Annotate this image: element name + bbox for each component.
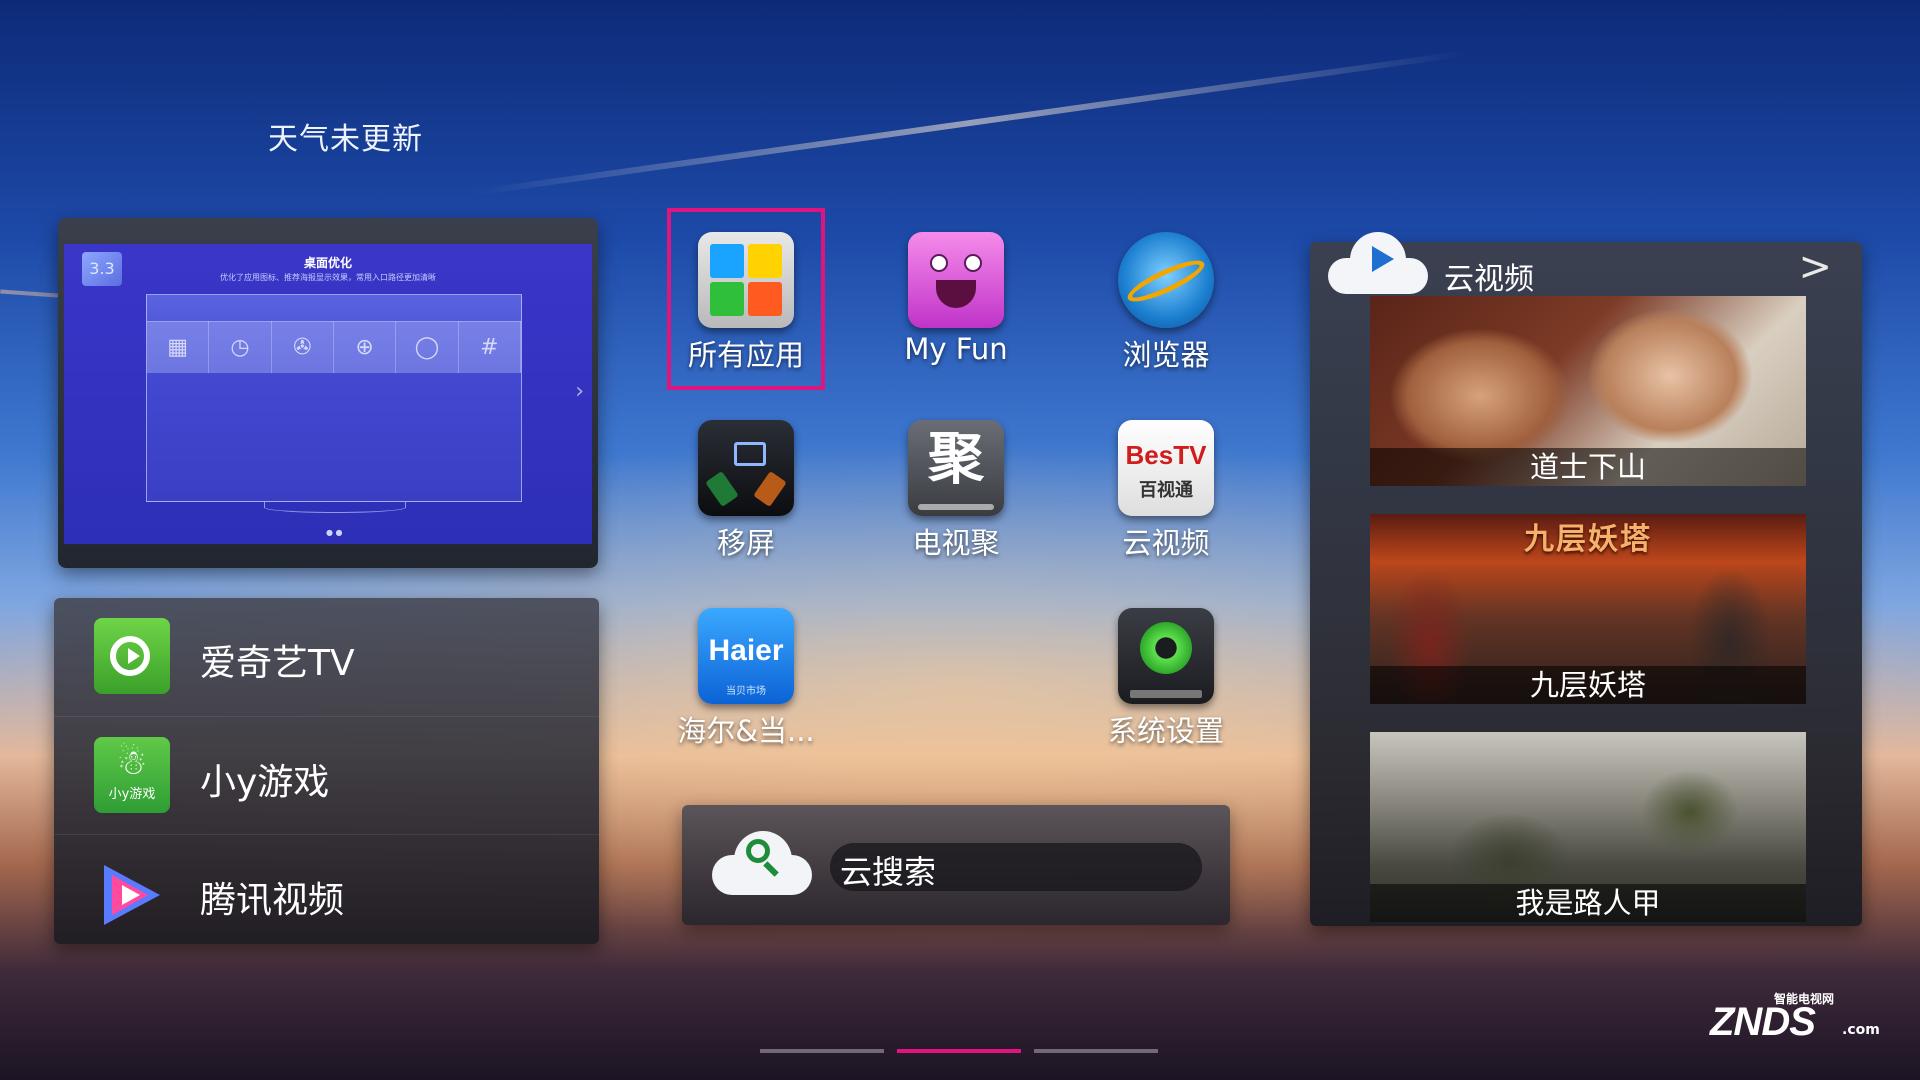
screen-cast-icon [698,420,794,516]
xiaoy-game-icon: ☃ 小y游戏 [94,737,170,813]
list-item-tencent-video[interactable]: 腾讯视频 [54,834,599,953]
tile-browser[interactable]: 浏览器 [1086,212,1246,377]
tile-label: 电视聚 [912,526,1000,560]
tile-label: 系统设置 [1107,714,1224,748]
page-indicator-1[interactable] [760,1049,884,1053]
tile-system-settings[interactable]: 系统设置 [1086,588,1246,753]
tile-label: 所有应用 [687,338,804,372]
preview-title: 桌面优化 [303,256,352,270]
preview-page-dots: ● ● [326,528,343,537]
list-item-iqiyi[interactable]: 爱奇艺TV [54,598,599,716]
gamepad-icon: ⊕ [334,321,397,373]
poster-caption: 道士下山 [1370,448,1806,486]
search-label: 云搜索 [840,853,937,891]
tile-label: 海尔&当... [677,714,815,748]
tile-cloud-video-bestv[interactable]: BesTV 百视通 云视频 [1086,400,1246,565]
poster-artwork-title: 九层妖塔 [1524,522,1652,557]
cloud-play-icon [1328,232,1428,302]
znds-watermark-logo: 智能电视网 ZNDS .com [1710,992,1880,1044]
weather-status: 天气未更新 [268,122,423,157]
recent-apps-panel: 爱奇艺TV ☃ 小y游戏 小y游戏 腾讯视频 [54,598,599,944]
preview-icon-row: ▦ ◷ ✇ ⊕ ◯ # [147,321,521,373]
preview-tv-mockup: ▦ ◷ ✇ ⊕ ◯ # [146,294,522,502]
tile-my-fun[interactable]: My Fun [876,212,1036,377]
preview-tv-stand [264,502,406,513]
tile-tv-ju[interactable]: 聚 电视聚 [876,400,1036,565]
poster-daoshi-xiashan[interactable]: 道士下山 [1370,296,1806,486]
haier-icon: Haier 当贝市场 [698,608,794,704]
poster-jiuceng-yaota[interactable]: 九层妖塔 九层妖塔 [1370,514,1806,704]
sky-streak [474,50,1466,196]
list-item-xiaoy-game[interactable]: ☃ 小y游戏 小y游戏 [54,716,599,835]
page-indicator-3[interactable] [1034,1049,1158,1053]
tile-label: 移屏 [716,526,775,560]
cloud-video-title: 云视频 [1444,262,1534,297]
clock-icon: ◷ [209,321,272,373]
app-label: 爱奇艺TV [200,643,355,684]
preview-tv-topbar [147,295,521,322]
tile-all-apps[interactable]: 所有应用 [666,212,826,377]
settings-icon [1118,608,1214,704]
hash-icon: # [459,321,521,373]
chevron-right-icon: › [575,379,584,404]
browser-icon [1118,232,1214,328]
tile-screen-cast[interactable]: 移屏 [666,400,826,565]
poster-woshi-lurenjia[interactable]: 我是路人甲 [1370,732,1806,922]
myfun-icon [908,232,1004,328]
page-indicator-2[interactable] [897,1049,1021,1053]
tile-label: 浏览器 [1122,338,1210,372]
tile-label: 云视频 [1122,526,1210,560]
desktop-preview-panel[interactable]: 3.3 桌面优化 优化了应用图标、推荐海报显示效果，常用入口路径更加清晰 ▦ ◷… [58,218,598,568]
all-apps-icon [698,232,794,328]
tile-haier-dangbei[interactable]: Haier 当贝市场 海尔&当... [666,588,826,753]
cloud-video-panel: 云视频 > 道士下山 九层妖塔 九层妖塔 我是路人甲 [1310,232,1862,926]
app-label: 腾讯视频 [200,880,345,921]
tencent-video-icon [94,855,170,931]
tile-label: My Fun [904,332,1008,366]
grid-icon: ▦ [147,321,210,373]
preview-subtitle: 优化了应用图标、推荐海报显示效果，常用入口路径更加清晰 [220,273,436,282]
bestv-icon: BesTV 百视通 [1118,420,1214,516]
bear-icon: ◯ [396,321,459,373]
search-cloud-icon [712,827,812,897]
iqiyi-icon [94,618,170,694]
film-reel-icon: ✇ [272,321,334,373]
tv-ju-icon: 聚 [908,420,1004,516]
app-label: 小y游戏 [200,762,330,803]
poster-caption: 九层妖塔 [1370,666,1806,704]
poster-caption: 我是路人甲 [1370,884,1806,922]
cloud-search-box[interactable]: 云搜索 [682,805,1230,925]
chevron-right-icon[interactable]: > [1798,244,1832,290]
preview-screen: 3.3 桌面优化 优化了应用图标、推荐海报显示效果，常用入口路径更加清晰 ▦ ◷… [64,244,592,544]
